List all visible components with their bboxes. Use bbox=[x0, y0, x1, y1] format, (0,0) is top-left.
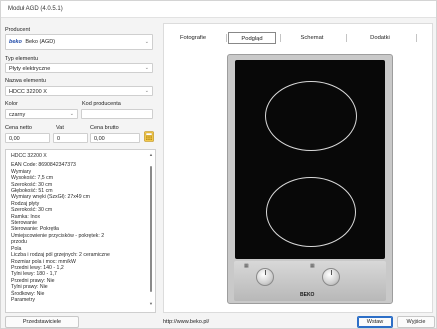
product-image: ▦ ▦ BEKO bbox=[227, 54, 393, 304]
element-name-select[interactable]: HDCC 32200 X ⌄ bbox=[5, 86, 153, 96]
producer-code-input[interactable] bbox=[81, 109, 153, 119]
chevron-down-icon: ⌄ bbox=[144, 39, 149, 45]
gross-price-input[interactable]: 0,00 bbox=[90, 133, 140, 143]
vat-value: 0 bbox=[57, 136, 61, 142]
exit-button[interactable]: Wyjście bbox=[397, 316, 435, 328]
front-cooking-zone bbox=[266, 177, 356, 247]
vat-label: Vat bbox=[56, 125, 64, 131]
hob-frame: ▦ ▦ BEKO bbox=[227, 54, 393, 304]
product-url[interactable]: http://www.beko.pl/ bbox=[163, 319, 209, 325]
window-title: Moduł AGD (4.0.5.1) bbox=[8, 6, 63, 12]
zone-indicator-icon: ▦ bbox=[310, 263, 315, 269]
description-box[interactable]: HDCC 32200 X EAN Code: 8690842347373 Wymia… bbox=[5, 149, 156, 313]
zone-indicator-icon: ▦ bbox=[244, 263, 249, 269]
app-window: Moduł AGD (4.0.5.1) Producent beko Beko … bbox=[0, 0, 437, 329]
control-panel: ▦ ▦ BEKO bbox=[234, 261, 386, 301]
net-price-value: 0,00 bbox=[9, 136, 20, 142]
representatives-button[interactable]: Przedstawiciele bbox=[5, 316, 79, 328]
net-price-input[interactable]: 0,00 bbox=[5, 133, 50, 143]
manufacturer-value: Beko (AGD) bbox=[25, 39, 56, 45]
ceramic-glass bbox=[235, 60, 385, 259]
gross-price-value: 0,00 bbox=[94, 136, 105, 142]
element-name-value: HDCC 32200 X bbox=[9, 89, 47, 95]
tab-separator bbox=[416, 34, 417, 42]
scrollbar-thumb[interactable] bbox=[150, 166, 152, 292]
producer-code-label: Kod producenta bbox=[82, 101, 121, 107]
description-text: HDCC 32200 X EAN Code: 8690842347373 Wymia… bbox=[11, 153, 141, 303]
manufacturer-select[interactable]: beko Beko (AGD) ⌄ bbox=[5, 34, 153, 50]
beko-logo: beko bbox=[9, 39, 22, 45]
chevron-down-icon: ⌄ bbox=[69, 111, 74, 117]
tab-separator bbox=[346, 34, 347, 42]
tab-preview[interactable]: Podgląd bbox=[228, 32, 276, 44]
net-price-label: Cena netto bbox=[5, 125, 32, 131]
description-scrollbar[interactable]: ▲ ▼ bbox=[149, 152, 154, 306]
element-form: Producent beko Beko (AGD) ⌄ Typ elementu… bbox=[5, 23, 156, 319]
preview-panel: Fotografie Podgląd Schemat Dodatki ▦ ▦ B… bbox=[163, 23, 433, 313]
tab-schema[interactable]: Schemat bbox=[282, 32, 342, 44]
scroll-up-icon[interactable]: ▲ bbox=[149, 152, 153, 157]
gross-price-label: Cena brutto bbox=[90, 125, 119, 131]
element-type-select[interactable]: Płyty elektryczne ⌄ bbox=[5, 63, 153, 73]
color-value: czarny bbox=[9, 112, 26, 118]
title-bar: Moduł AGD (4.0.5.1) bbox=[1, 1, 436, 18]
vat-input[interactable]: 0 bbox=[53, 133, 88, 143]
tab-separator bbox=[226, 34, 227, 42]
color-label: Kolor bbox=[5, 101, 18, 107]
right-control-knob bbox=[322, 268, 340, 286]
chevron-down-icon: ⌄ bbox=[144, 88, 149, 94]
tab-extras[interactable]: Dodatki bbox=[348, 32, 412, 44]
brand-label: BEKO bbox=[300, 292, 315, 298]
manufacturer-label: Producent bbox=[5, 27, 31, 33]
left-control-knob bbox=[256, 268, 274, 286]
description-line: Parametry bbox=[11, 296, 35, 303]
insert-button[interactable]: Wstaw bbox=[357, 316, 393, 328]
rear-cooking-zone bbox=[265, 81, 357, 151]
color-select[interactable]: czarny ⌄ bbox=[5, 109, 78, 119]
tab-bar: Fotografie Podgląd Schemat Dodatki bbox=[164, 32, 432, 44]
element-type-value: Płyty elektryczne bbox=[9, 66, 51, 72]
chevron-down-icon: ⌄ bbox=[144, 65, 149, 71]
element-type-label: Typ elementu bbox=[5, 56, 39, 62]
tab-photos[interactable]: Fotografie bbox=[164, 32, 222, 44]
scroll-down-icon[interactable]: ▼ bbox=[149, 301, 153, 306]
calculator-icon[interactable] bbox=[144, 131, 154, 142]
tab-separator bbox=[280, 34, 281, 42]
element-name-label: Nazwa elementu bbox=[5, 78, 46, 84]
